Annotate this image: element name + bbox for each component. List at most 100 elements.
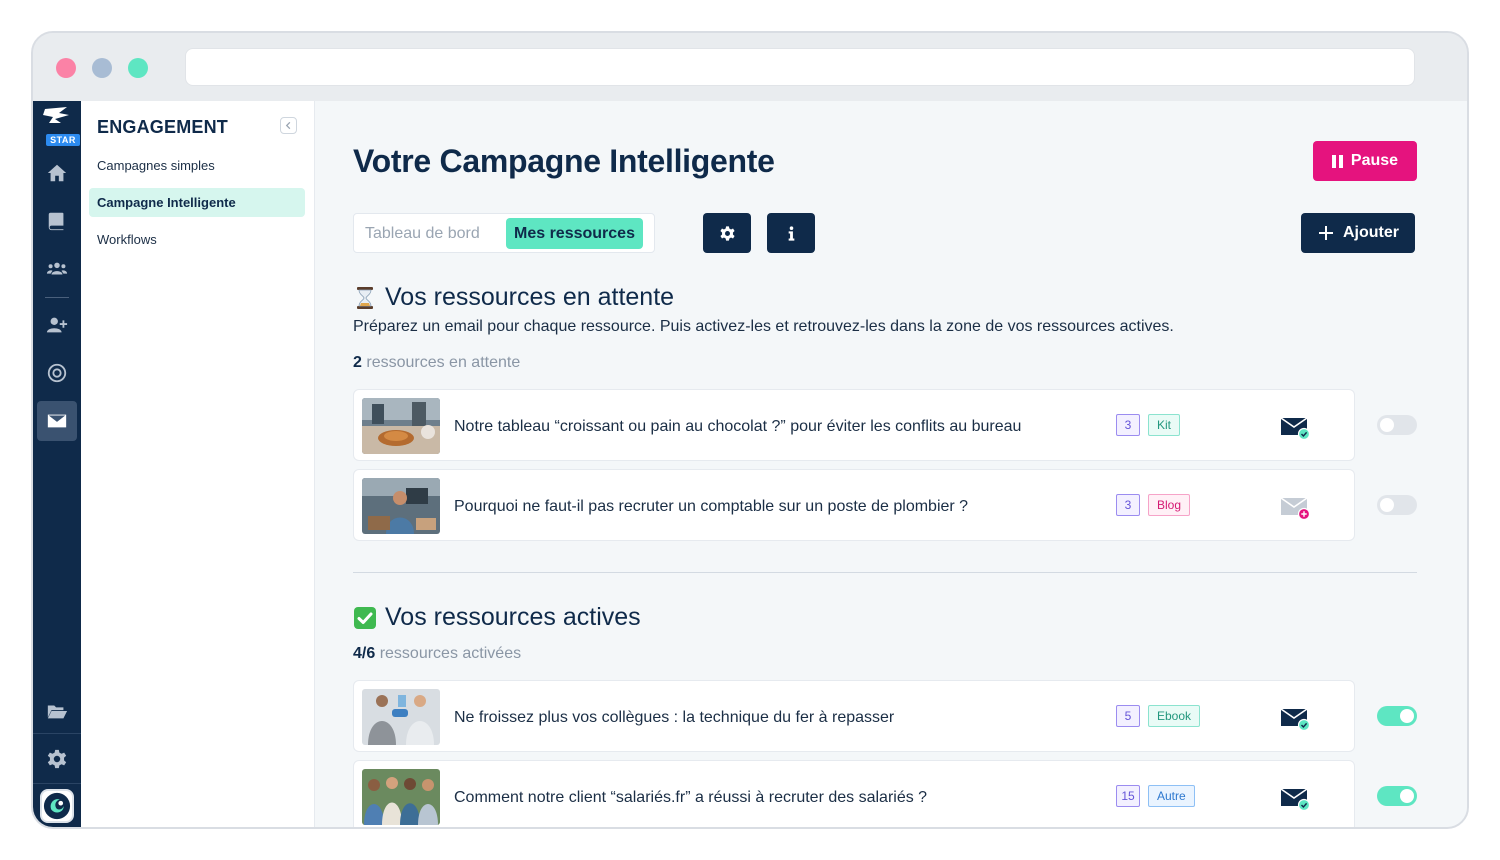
gear-icon (47, 749, 67, 769)
pending-title-text: Vos ressources en attente (385, 283, 675, 311)
resource-thumbnail[interactable] (362, 398, 440, 454)
users-icon (46, 262, 68, 275)
page-title: Votre Campagne Intelligente (353, 143, 775, 179)
rail-separator (33, 733, 81, 734)
view-tabs: Tableau de bord Mes ressources (353, 213, 655, 253)
pause-button[interactable]: Pause (1313, 141, 1417, 181)
rail-files[interactable] (37, 691, 77, 731)
section-subnav: ENGAGEMENT Campagnes simples Campagne In… (81, 101, 315, 827)
rail-library[interactable] (37, 201, 77, 241)
pending-count: 2 ressources en attente (353, 354, 520, 372)
active-count-value: 4/6 (353, 645, 376, 662)
address-bar[interactable] (185, 48, 1415, 86)
avatar-logo-icon (43, 792, 71, 820)
gear-icon (719, 225, 735, 241)
hourglass-icon (357, 286, 373, 309)
subnav-title: ENGAGEMENT (97, 117, 229, 137)
active-count: 4/6 ressources activées (353, 645, 521, 663)
rail-targeting[interactable] (37, 353, 77, 393)
resource-type-badge: Ebook (1148, 705, 1201, 727)
tab-dashboard[interactable]: Tableau de bord (357, 218, 488, 249)
home-icon (47, 164, 67, 182)
resource-row: Pourquoi ne faut-il pas recruter un comp… (353, 469, 1355, 541)
resource-thumbnail[interactable] (362, 478, 440, 534)
toggle-knob (1380, 498, 1394, 512)
subnav-item-simple-campaigns[interactable]: Campagnes simples (89, 151, 305, 180)
pending-count-suffix: ressources en attente (366, 354, 521, 371)
activation-toggle[interactable] (1377, 786, 1417, 806)
activation-toggle[interactable] (1377, 495, 1417, 515)
activation-toggle[interactable] (1377, 706, 1417, 726)
book-icon (48, 212, 64, 231)
maximize-window-dot[interactable] (128, 58, 148, 78)
settings-button[interactable] (703, 213, 751, 253)
resource-thumbnail[interactable] (362, 769, 440, 825)
resource-type-badge: Blog (1148, 494, 1191, 516)
rail-teams[interactable] (37, 249, 77, 289)
browser-window: STAR ENGAGEMENT Campagnes simples Campag… (31, 31, 1469, 829)
info-button[interactable] (767, 213, 815, 253)
chevron-left-icon (285, 121, 291, 130)
collapse-sidebar-button[interactable] (280, 117, 297, 134)
resource-row: Comment notre client “salariés.fr” a réu… (353, 760, 1355, 827)
pending-section-title: Vos ressources en attente (353, 283, 674, 312)
active-title-text: Vos ressources actives (385, 603, 641, 631)
bird-logo-icon (43, 107, 69, 123)
resource-thumbnail[interactable] (362, 689, 440, 745)
resource-title[interactable]: Notre tableau “croissant ou pain au choc… (454, 390, 1034, 462)
add-resource-button[interactable]: Ajouter (1301, 213, 1415, 253)
subnav-item-smart-campaign[interactable]: Campagne Intelligente (89, 188, 305, 217)
toggle-knob (1400, 709, 1414, 723)
subnav-item-workflows[interactable]: Workflows (89, 225, 305, 254)
rail-settings[interactable] (37, 739, 77, 779)
tab-my-resources[interactable]: Mes ressources (506, 218, 643, 249)
resource-type-badge: Autre (1148, 785, 1195, 807)
resource-title[interactable]: Pourquoi ne faut-il pas recruter un comp… (454, 470, 1034, 542)
resource-type-badge: Kit (1148, 414, 1181, 436)
rail-email[interactable] (37, 401, 77, 441)
active-section-title: Vos ressources actives (353, 603, 641, 632)
minimize-window-dot[interactable] (92, 58, 112, 78)
plus-icon (1319, 226, 1333, 240)
browser-titlebar (33, 33, 1467, 101)
ironing-colleagues-photo (362, 689, 440, 745)
resource-title[interactable]: Ne froissez plus vos collègues : la tech… (454, 681, 1034, 753)
app-container: STAR ENGAGEMENT Campagnes simples Campag… (33, 101, 1467, 827)
resource-row: Notre tableau “croissant ou pain au choc… (353, 389, 1355, 461)
email-count-badge: 15 (1116, 785, 1140, 807)
email-count-badge: 3 (1116, 494, 1140, 516)
pending-count-value: 2 (353, 354, 362, 371)
user-avatar[interactable] (40, 789, 74, 823)
add-label: Ajouter (1343, 224, 1399, 241)
active-count-suffix: ressources activées (379, 645, 522, 662)
resource-row: Ne froissez plus vos collègues : la tech… (353, 680, 1355, 752)
toggle-knob (1400, 789, 1414, 803)
email-missing-icon[interactable] (1280, 494, 1312, 520)
pause-icon (1331, 154, 1343, 168)
resource-title[interactable]: Comment notre client “salariés.fr” a réu… (454, 761, 1034, 827)
icon-rail: STAR (33, 101, 81, 827)
plumber-accountant-photo (362, 478, 440, 534)
rail-home[interactable] (37, 153, 77, 193)
close-window-dot[interactable] (56, 58, 76, 78)
email-count-badge: 3 (1116, 414, 1140, 436)
folder-open-icon (47, 705, 68, 719)
rail-separator (45, 297, 69, 298)
activation-toggle[interactable] (1377, 415, 1417, 435)
email-ready-icon[interactable] (1280, 705, 1312, 731)
email-ready-icon[interactable] (1280, 785, 1312, 811)
email-count-badge: 5 (1116, 705, 1140, 727)
email-ready-icon[interactable] (1280, 414, 1312, 440)
main-content: Votre Campagne Intelligente Pause Tablea… (315, 101, 1467, 827)
envelope-icon (47, 414, 67, 428)
office-croissant-photo (362, 398, 440, 454)
info-icon (788, 225, 794, 241)
target-icon (47, 363, 67, 383)
team-group-photo (362, 769, 440, 825)
rail-add-user[interactable] (37, 305, 77, 345)
rail-separator (33, 783, 81, 784)
pause-label: Pause (1350, 152, 1399, 169)
check-mark-button-icon (354, 606, 376, 629)
pending-description: Préparez un email pour chaque ressource.… (353, 318, 1174, 335)
brand-logo[interactable]: STAR (39, 103, 80, 146)
